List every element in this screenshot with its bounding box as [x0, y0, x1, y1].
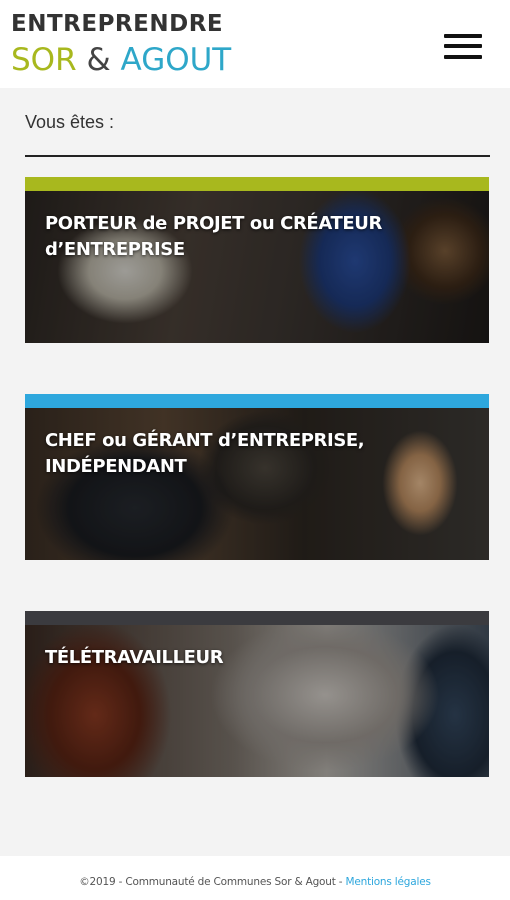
- legal-notice-link[interactable]: Mentions légales: [346, 876, 431, 888]
- menu-bar: [444, 55, 482, 59]
- footer-text: ©2019 - Communauté de Communes Sor & Ago…: [0, 876, 510, 888]
- card-title: TÉLÉTRAVAILLEUR: [45, 647, 224, 668]
- hamburger-menu-icon[interactable]: [444, 32, 484, 62]
- profile-card-porteur-projet[interactable]: PORTEUR de PROJET ou CRÉATEUR d’ENTREPRI…: [25, 177, 489, 343]
- profile-card-chef-entreprise[interactable]: CHEF ou GÉRANT d’ENTREPRISE, INDÉPENDANT: [25, 394, 489, 560]
- card-title: PORTEUR de PROJET ou CRÉATEUR d’ENTREPRI…: [45, 213, 382, 260]
- logo-title[interactable]: ENTREPRENDRE: [11, 9, 223, 39]
- prompt-underline: [25, 155, 490, 157]
- card-accent-bar: [25, 394, 489, 408]
- logo-subtitle[interactable]: SOR & AGOUT: [11, 42, 231, 78]
- card-title: CHEF ou GÉRANT d’ENTREPRISE, INDÉPENDANT: [45, 430, 365, 477]
- site-footer: ©2019 - Communauté de Communes Sor & Ago…: [0, 856, 510, 900]
- card-accent-bar: [25, 611, 489, 625]
- profile-prompt: Vous êtes :: [25, 112, 115, 132]
- card-accent-bar: [25, 177, 489, 191]
- copyright-text: ©2019 - Communauté de Communes Sor & Ago…: [79, 876, 346, 888]
- menu-bar: [444, 34, 482, 38]
- profile-card-teletravailleur[interactable]: TÉLÉTRAVAILLEUR: [25, 611, 489, 777]
- logo-agout: AGOUT: [120, 42, 232, 78]
- site-header: ENTREPRENDRE SOR & AGOUT: [0, 0, 510, 88]
- menu-bar: [444, 44, 482, 48]
- logo-ampersand: &: [86, 42, 111, 78]
- logo-sor: SOR: [11, 42, 77, 78]
